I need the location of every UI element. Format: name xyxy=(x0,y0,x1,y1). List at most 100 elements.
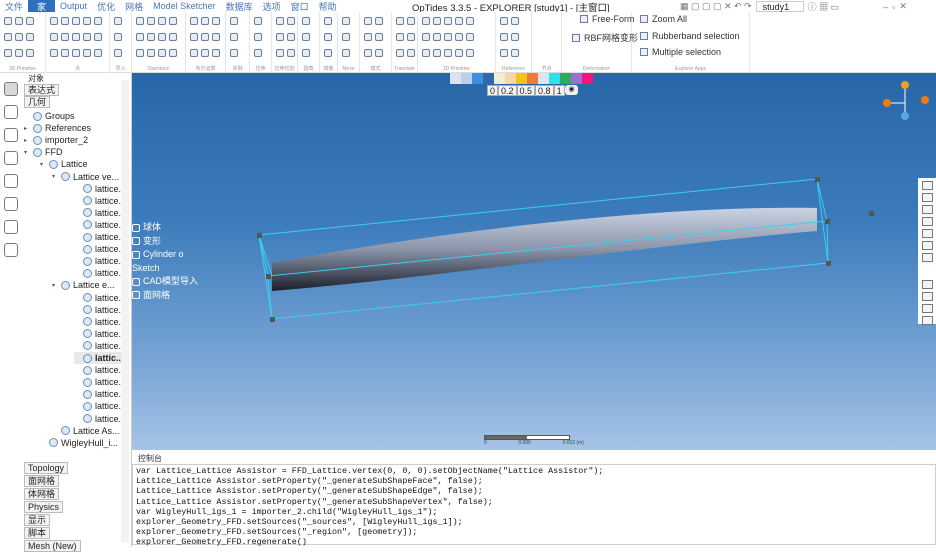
tree-node[interactable]: WigleyHull_i... xyxy=(40,437,118,449)
tool-icon[interactable] xyxy=(83,33,91,41)
tool-icon[interactable] xyxy=(422,33,430,41)
tool-icon[interactable] xyxy=(396,49,404,57)
mesh-icon[interactable] xyxy=(4,128,18,142)
tool-icon[interactable] xyxy=(61,17,69,25)
tool-icon[interactable] xyxy=(201,33,209,41)
tree-node[interactable]: lattice... xyxy=(74,328,126,340)
menu-item[interactable]: 窗口 xyxy=(286,0,314,13)
view-top-icon[interactable] xyxy=(921,217,933,226)
tool-icon[interactable] xyxy=(375,49,383,57)
tool-icon[interactable] xyxy=(136,49,144,57)
tool-icon[interactable] xyxy=(444,17,452,25)
tool-icon[interactable] xyxy=(15,33,23,41)
zoom-all-button[interactable]: Zoom All xyxy=(640,14,687,24)
console-output[interactable]: var Lattice_Lattice Assistor = FFD_Latti… xyxy=(132,464,936,547)
view-side-icon[interactable] xyxy=(921,241,933,250)
tool-icon[interactable] xyxy=(158,17,166,25)
menu-item[interactable]: 网格 xyxy=(120,0,148,13)
tool-icon[interactable] xyxy=(287,17,295,25)
tree-scrollbar[interactable] xyxy=(121,80,129,542)
tool-icon[interactable] xyxy=(500,49,508,57)
3d-viewport[interactable]: 0 0.2 0.5 0.8 1 ◉ 球体 变形 Cylinder o Sketch CAD模型导… xyxy=(132,73,936,450)
tree-node[interactable]: lattice... xyxy=(74,364,126,376)
expand-arrow-icon[interactable]: ▾ xyxy=(24,149,30,156)
tool-icon[interactable] xyxy=(500,33,508,41)
tree-node[interactable]: lattice... xyxy=(74,267,126,279)
chart-icon[interactable] xyxy=(4,197,18,211)
tool-icon[interactable] xyxy=(72,49,80,57)
tool-icon[interactable] xyxy=(375,17,383,25)
menu-item[interactable]: 优化 xyxy=(92,0,120,13)
bottom-tab[interactable]: 脚本 xyxy=(24,527,51,539)
tool-icon[interactable] xyxy=(287,49,295,57)
tool-icon[interactable] xyxy=(364,17,372,25)
tool-icon[interactable] xyxy=(375,33,383,41)
tool-icon[interactable] xyxy=(230,49,238,57)
fit-icon[interactable] xyxy=(921,280,933,289)
tool-icon[interactable] xyxy=(15,17,23,25)
tree-node[interactable]: Lattice As... xyxy=(52,425,120,437)
tree-node[interactable]: lattice... xyxy=(74,292,126,304)
tree-node[interactable]: ▾ Lattice ve... xyxy=(52,171,119,183)
tool-icon[interactable] xyxy=(50,49,58,57)
tree-node[interactable]: ▾ FFD xyxy=(24,146,63,158)
tool-icon[interactable] xyxy=(302,33,310,41)
scene-item[interactable]: Sketch xyxy=(132,262,198,276)
expand-arrow-icon[interactable]: ▸ xyxy=(24,137,30,144)
tool-icon[interactable] xyxy=(158,49,166,57)
scene-item[interactable]: 球体 xyxy=(132,221,198,235)
tool-icon[interactable] xyxy=(136,17,144,25)
tool-icon[interactable] xyxy=(190,33,198,41)
tool-icon[interactable] xyxy=(455,17,463,25)
tool-icon[interactable] xyxy=(190,49,198,57)
tool-icon[interactable] xyxy=(254,49,262,57)
tool-icon[interactable] xyxy=(61,33,69,41)
tool-icon[interactable] xyxy=(26,33,34,41)
tree-node[interactable]: Groups xyxy=(24,110,75,122)
tool-icon[interactable] xyxy=(500,17,508,25)
tool-icon[interactable] xyxy=(230,17,238,25)
view-iso-icon[interactable] xyxy=(921,253,933,262)
tool-icon[interactable] xyxy=(230,33,238,41)
menu-item[interactable]: 家 xyxy=(28,0,56,13)
tool-icon[interactable] xyxy=(444,49,452,57)
tool-icon[interactable] xyxy=(114,17,122,25)
tool-icon[interactable] xyxy=(324,17,332,25)
tree-node[interactable]: lattice... xyxy=(74,316,126,328)
bottom-tab[interactable]: 面网格 xyxy=(24,475,60,487)
tool-icon[interactable] xyxy=(324,49,332,57)
view-icon[interactable] xyxy=(921,316,933,325)
tool-icon[interactable] xyxy=(72,17,80,25)
menu-item[interactable]: Output xyxy=(55,1,92,11)
bottom-tab[interactable]: Topology xyxy=(24,462,69,474)
tool-icon[interactable] xyxy=(50,33,58,41)
tool-icon[interactable] xyxy=(4,17,12,25)
bottom-tab[interactable]: 显示 xyxy=(24,514,51,526)
tree-node[interactable]: lattice... xyxy=(74,207,126,219)
tool-icon[interactable] xyxy=(342,33,350,41)
menu-item[interactable]: Model Sketcher xyxy=(148,1,221,11)
tool-icon[interactable] xyxy=(433,33,441,41)
gear-icon[interactable] xyxy=(4,151,18,165)
tool-icon[interactable] xyxy=(94,33,102,41)
maximize-button[interactable]: ▫ xyxy=(892,2,895,12)
tool-icon[interactable] xyxy=(190,17,198,25)
eye-icon[interactable] xyxy=(921,181,933,190)
bottom-tab[interactable]: 体网格 xyxy=(24,488,60,500)
tool-icon[interactable] xyxy=(4,49,12,57)
rubberband-button[interactable]: Rubberband selection xyxy=(640,31,740,41)
tool-icon[interactable] xyxy=(169,49,177,57)
multiple-button[interactable]: Multiple selection xyxy=(640,47,721,57)
tool-icon[interactable] xyxy=(466,33,474,41)
tool-icon[interactable] xyxy=(302,17,310,25)
view-back-icon[interactable] xyxy=(921,205,933,214)
expand-arrow-icon[interactable]: ▾ xyxy=(52,173,58,180)
tool-icon[interactable] xyxy=(50,17,58,25)
tool-icon[interactable] xyxy=(212,33,220,41)
tree-node[interactable]: lattice... xyxy=(74,340,126,352)
tool-icon[interactable] xyxy=(466,17,474,25)
view-icon[interactable] xyxy=(921,292,933,301)
tool-icon[interactable] xyxy=(254,17,262,25)
tool-icon[interactable] xyxy=(94,49,102,57)
layers-icon[interactable] xyxy=(4,105,18,119)
